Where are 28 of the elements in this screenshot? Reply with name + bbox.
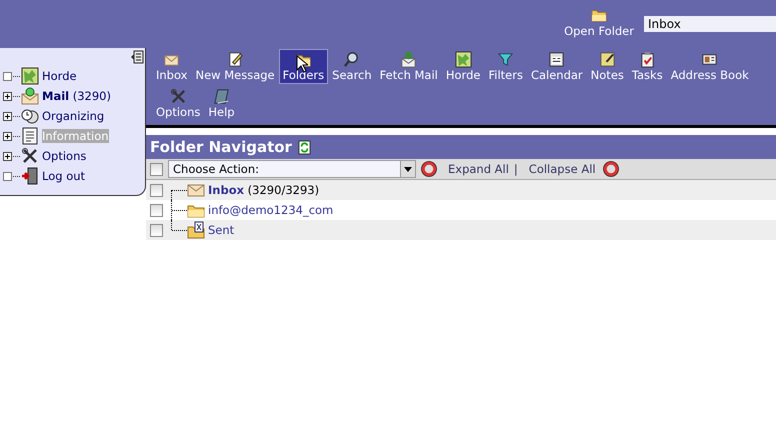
toolbar-button[interactable]: Folders xyxy=(278,49,328,84)
toolbar-button[interactable]: Calendar xyxy=(526,49,587,84)
folder-field[interactable]: Inbox xyxy=(644,16,776,32)
sidebar-item[interactable]: Organizing xyxy=(42,109,104,123)
folder-link[interactable]: info@demo1234_com xyxy=(208,203,334,217)
collapse-all-link[interactable]: Collapse All xyxy=(528,162,596,176)
toolbar-button[interactable]: Notes xyxy=(586,49,628,84)
folder-link[interactable]: Inbox (3290/3293) xyxy=(208,183,320,197)
toolbar-button[interactable]: Inbox xyxy=(152,49,192,84)
sidebar-item[interactable]: Mail (3290) xyxy=(42,89,111,103)
expand-all-link[interactable]: Expand All xyxy=(448,162,509,176)
toolbar-button[interactable]: Tasks xyxy=(628,49,667,84)
folder-link[interactable]: Sent xyxy=(208,223,234,237)
toolbar-button[interactable]: Search xyxy=(328,49,376,84)
sidebar-item[interactable]: Horde xyxy=(42,69,77,83)
open-folder-label[interactable]: Open Folder xyxy=(564,24,634,38)
panel-title: Folder Navigator xyxy=(150,138,292,156)
toolbar-button[interactable]: Address Book xyxy=(666,49,753,84)
separator: | xyxy=(514,162,518,176)
toolbar-button[interactable]: Filters xyxy=(484,49,527,84)
action-dropdown[interactable]: Choose Action: xyxy=(168,160,416,178)
sidebar-item[interactable]: Options xyxy=(42,149,86,163)
sidebar-item[interactable]: Log out xyxy=(42,169,86,183)
toolbar-button[interactable]: Fetch Mail xyxy=(376,49,442,84)
toolbar-button[interactable]: New Message xyxy=(191,49,279,84)
toolbar-button[interactable]: Options xyxy=(152,86,204,121)
toolbar-button[interactable]: Horde xyxy=(442,49,484,84)
toolbar-button[interactable]: Help xyxy=(204,86,239,121)
